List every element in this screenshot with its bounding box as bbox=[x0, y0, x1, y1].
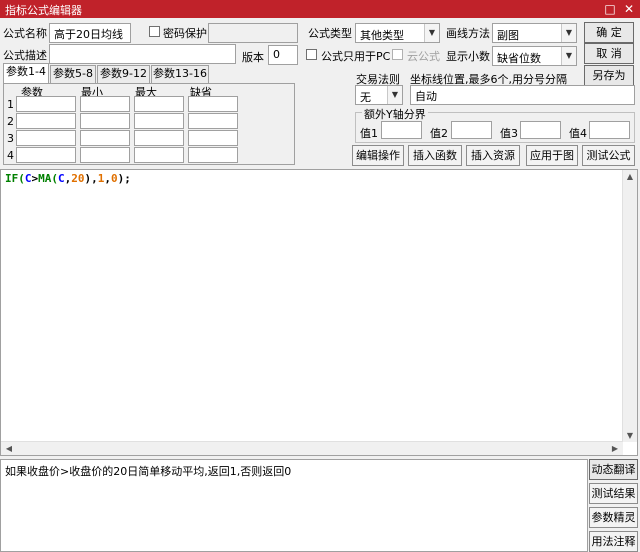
param-max-input[interactable] bbox=[134, 96, 184, 112]
chevron-down-icon[interactable]: ▼ bbox=[424, 24, 439, 42]
chevron-down-icon[interactable]: ▼ bbox=[561, 47, 576, 65]
save-as-button[interactable]: 另存为 bbox=[584, 65, 634, 86]
param-row-num: 3 bbox=[7, 132, 14, 145]
version-input[interactable]: 0 bbox=[268, 45, 298, 65]
code-token: ); bbox=[117, 172, 131, 185]
code-token: MA( bbox=[38, 172, 58, 185]
restore-icon[interactable]: □ bbox=[602, 1, 618, 17]
code-token: 20 bbox=[71, 172, 85, 185]
param-wizard-button[interactable]: 参数精灵 bbox=[589, 507, 638, 528]
tab-params-9-12[interactable]: 参数9-12 bbox=[97, 65, 150, 83]
scroll-down-icon[interactable]: ▼ bbox=[623, 431, 637, 440]
param-row-num: 2 bbox=[7, 115, 14, 128]
extra-y-label-2: 值2 bbox=[430, 127, 448, 140]
name-input[interactable]: 高于20日均线 bbox=[49, 23, 131, 43]
param-name-input[interactable] bbox=[16, 113, 76, 129]
type-select[interactable]: 其他类型 ▼ bbox=[355, 23, 440, 43]
trade-rule-select[interactable]: 无 ▼ bbox=[355, 85, 403, 105]
param-min-input[interactable] bbox=[80, 113, 130, 129]
draw-select-value: 副图 bbox=[497, 29, 519, 42]
param-default-input[interactable] bbox=[188, 147, 238, 163]
code-token: IF( bbox=[5, 172, 25, 185]
cancel-button[interactable]: 取 消 bbox=[584, 43, 634, 64]
param-max-input[interactable] bbox=[134, 130, 184, 146]
edit-operation-button[interactable]: 编辑操作 bbox=[352, 145, 404, 166]
pc-only-label: 公式只用于PC bbox=[321, 50, 391, 63]
type-select-value: 其他类型 bbox=[360, 29, 404, 42]
pc-only-checkbox[interactable] bbox=[306, 49, 317, 60]
scroll-left-icon[interactable]: ◀ bbox=[2, 444, 16, 453]
param-row-num: 1 bbox=[7, 98, 14, 111]
extra-y-value-2-input[interactable] bbox=[451, 121, 492, 139]
code-token: 0 bbox=[111, 172, 118, 185]
param-min-input[interactable] bbox=[80, 130, 130, 146]
desc-input[interactable] bbox=[49, 44, 236, 64]
usage-notes-button[interactable]: 用法注释 bbox=[589, 531, 638, 552]
param-name-input[interactable] bbox=[16, 96, 76, 112]
cloud-checkbox[interactable] bbox=[392, 49, 403, 60]
code-editor[interactable]: IF(C>MA(C,20),1,0); ▲ ▼ ◀ ▶ bbox=[0, 169, 638, 456]
translation-output: 如果收盘价>收盘价的20日简单移动平均,返回1,否则返回0 bbox=[0, 459, 588, 552]
param-default-input[interactable] bbox=[188, 96, 238, 112]
scroll-right-icon[interactable]: ▶ bbox=[608, 444, 622, 453]
code-line[interactable]: IF(C>MA(C,20),1,0); bbox=[5, 172, 131, 185]
cloud-label: 云公式 bbox=[407, 50, 440, 63]
insert-function-button[interactable]: 插入函数 bbox=[408, 145, 462, 166]
chevron-down-icon[interactable]: ▼ bbox=[561, 24, 576, 42]
apply-to-chart-button[interactable]: 应用于图 bbox=[526, 145, 578, 166]
window-title: 指标公式编辑器 bbox=[5, 4, 82, 17]
tab-params-5-8[interactable]: 参数5-8 bbox=[50, 65, 96, 83]
param-min-input[interactable] bbox=[80, 96, 130, 112]
insert-resource-button[interactable]: 插入资源 bbox=[466, 145, 520, 166]
extra-y-label-3: 值3 bbox=[500, 127, 518, 140]
param-default-input[interactable] bbox=[188, 113, 238, 129]
extra-y-value-1-input[interactable] bbox=[381, 121, 422, 139]
close-icon[interactable]: ✕ bbox=[621, 1, 637, 17]
translation-text: 如果收盘价>收盘价的20日简单移动平均,返回1,否则返回0 bbox=[5, 465, 292, 478]
decimals-select[interactable]: 缺省位数 ▼ bbox=[492, 46, 577, 66]
test-result-button[interactable]: 测试结果 bbox=[589, 483, 638, 504]
tab-params-13-16[interactable]: 参数13-16 bbox=[151, 65, 209, 83]
extra-y-label-4: 值4 bbox=[569, 127, 587, 140]
extra-y-label-1: 值1 bbox=[360, 127, 378, 140]
password-checkbox[interactable] bbox=[149, 26, 160, 37]
type-label: 公式类型 bbox=[308, 27, 352, 40]
param-row-num: 4 bbox=[7, 149, 14, 162]
test-formula-button[interactable]: 测试公式 bbox=[582, 145, 635, 166]
name-label: 公式名称 bbox=[3, 27, 47, 40]
desc-label: 公式描述 bbox=[3, 49, 47, 62]
password-input[interactable] bbox=[208, 23, 298, 43]
title-bar: 指标公式编辑器 □ ✕ bbox=[0, 0, 640, 18]
param-max-input[interactable] bbox=[134, 147, 184, 163]
params-panel: 参数 最小 最大 缺省 1 2 3 4 bbox=[3, 83, 295, 165]
param-default-input[interactable] bbox=[188, 130, 238, 146]
chevron-down-icon[interactable]: ▼ bbox=[387, 86, 402, 104]
scroll-up-icon[interactable]: ▲ bbox=[623, 172, 637, 181]
ok-button[interactable]: 确 定 bbox=[584, 22, 634, 43]
code-token: ), bbox=[84, 172, 98, 185]
param-name-input[interactable] bbox=[16, 147, 76, 163]
trade-rule-value: 无 bbox=[360, 91, 371, 104]
draw-label: 画线方法 bbox=[446, 27, 490, 40]
code-token: C bbox=[24, 172, 32, 185]
version-label: 版本 bbox=[242, 51, 264, 64]
param-name-input[interactable] bbox=[16, 130, 76, 146]
draw-select[interactable]: 副图 ▼ bbox=[492, 23, 577, 43]
code-token: C bbox=[58, 172, 65, 185]
dynamic-translate-button[interactable]: 动态翻译 bbox=[589, 459, 638, 480]
decimals-label: 显示小数 bbox=[446, 50, 490, 63]
tab-params-1-4[interactable]: 参数1-4 bbox=[3, 63, 49, 84]
password-label: 密码保护 bbox=[163, 27, 207, 40]
param-min-input[interactable] bbox=[80, 147, 130, 163]
horizontal-scrollbar[interactable]: ◀ ▶ bbox=[1, 441, 623, 455]
decimals-select-value: 缺省位数 bbox=[497, 52, 541, 65]
axis-input[interactable]: 自动 bbox=[410, 85, 635, 105]
extra-y-value-3-input[interactable] bbox=[520, 121, 561, 139]
extra-y-title: 额外Y轴分界 bbox=[362, 106, 428, 122]
param-max-input[interactable] bbox=[134, 113, 184, 129]
extra-y-value-4-input[interactable] bbox=[589, 121, 630, 139]
vertical-scrollbar[interactable]: ▲ ▼ bbox=[622, 170, 637, 442]
code-token: , bbox=[104, 172, 111, 185]
